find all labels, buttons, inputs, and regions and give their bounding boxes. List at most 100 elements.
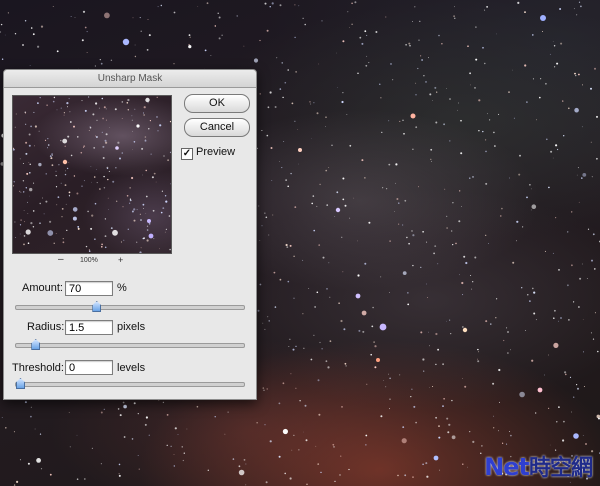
star [354, 1, 357, 4]
star [358, 329, 361, 332]
star [426, 475, 429, 478]
zoom-out-button[interactable]: – [58, 255, 64, 265]
amount-slider-thumb[interactable] [92, 301, 102, 312]
star [173, 63, 175, 65]
star [342, 92, 344, 94]
radius-unit: pixels [117, 321, 146, 333]
star [432, 386, 434, 387]
star [281, 62, 283, 64]
threshold-input[interactable]: 0 [65, 360, 113, 375]
star [529, 184, 531, 186]
star [412, 148, 414, 150]
star [150, 153, 152, 155]
amount-slider-track[interactable] [15, 305, 245, 310]
star [325, 126, 326, 127]
star [349, 217, 351, 219]
star [39, 222, 41, 224]
star [404, 474, 407, 477]
star [480, 452, 482, 454]
star [329, 340, 332, 343]
star [380, 97, 382, 99]
star [259, 93, 261, 95]
ok-button[interactable]: OK [184, 94, 250, 113]
bright-star [540, 15, 546, 21]
star [459, 190, 461, 192]
preview-checkbox-row[interactable]: ✓ Preview [181, 146, 235, 160]
cancel-button[interactable]: Cancel [184, 118, 250, 137]
star [553, 342, 559, 348]
star [385, 16, 387, 18]
star [368, 221, 371, 224]
star [238, 469, 245, 476]
star [57, 196, 60, 199]
star [25, 152, 28, 155]
star [325, 116, 327, 118]
star [334, 480, 336, 482]
preview-checkbox[interactable]: ✓ [181, 148, 193, 160]
star [498, 113, 500, 115]
star [149, 120, 151, 122]
radius-input[interactable]: 1.5 [65, 320, 113, 335]
preview-image[interactable] [12, 95, 172, 254]
star [591, 176, 593, 178]
star [506, 443, 508, 445]
star [47, 230, 54, 236]
star [217, 12, 219, 14]
star [326, 288, 328, 290]
star [32, 226, 35, 228]
star [238, 465, 241, 468]
star [40, 468, 43, 470]
star [108, 209, 109, 210]
star [517, 1, 520, 4]
star [256, 422, 258, 424]
threshold-slider-track[interactable] [15, 382, 245, 387]
star [169, 151, 171, 154]
star [80, 151, 83, 154]
star [129, 199, 132, 202]
star [49, 155, 52, 157]
star [133, 402, 136, 405]
star [310, 103, 312, 105]
star [232, 458, 235, 460]
star [294, 36, 296, 39]
star [317, 379, 320, 382]
zoom-in-button[interactable]: + [118, 255, 123, 265]
star [576, 384, 578, 386]
star [70, 154, 73, 157]
star [156, 116, 158, 118]
star [103, 408, 105, 410]
star [0, 23, 3, 26]
star [313, 229, 316, 232]
watermark-text-a: Net [484, 453, 530, 481]
star [91, 447, 93, 449]
star [477, 358, 478, 360]
star [7, 12, 9, 14]
preview-stars [13, 96, 171, 253]
star [571, 411, 572, 413]
star [20, 191, 22, 193]
star [532, 78, 534, 80]
star [162, 207, 165, 209]
star [236, 15, 238, 17]
star [484, 9, 486, 11]
dialog-title[interactable]: Unsharp Mask [4, 70, 256, 88]
star [285, 179, 287, 181]
star [267, 316, 269, 318]
star [580, 5, 582, 8]
star [418, 39, 420, 41]
radius-slider-track[interactable] [15, 343, 245, 348]
star [485, 139, 487, 141]
star [81, 100, 83, 102]
star [381, 131, 383, 133]
star [293, 297, 295, 299]
star [467, 45, 469, 47]
threshold-slider-thumb[interactable] [16, 378, 25, 389]
amount-input[interactable]: 70 [65, 281, 113, 296]
star [438, 436, 441, 439]
star [88, 96, 90, 98]
star [316, 291, 319, 294]
radius-slider-thumb[interactable] [31, 339, 41, 350]
star [60, 139, 62, 142]
star [438, 34, 440, 37]
star [109, 127, 110, 128]
